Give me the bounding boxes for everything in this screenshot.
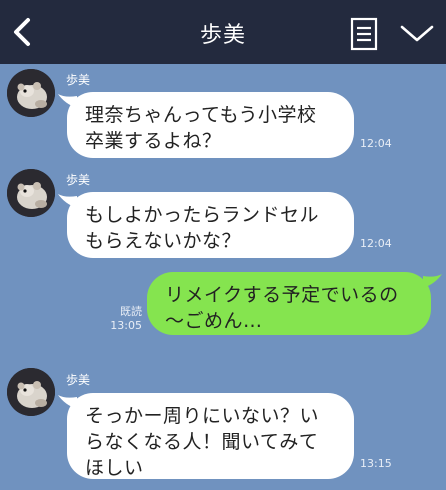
read-label: 既読 — [120, 305, 142, 318]
avatar[interactable] — [7, 368, 55, 416]
avatar[interactable] — [7, 69, 55, 117]
sender-name: 歩美 — [66, 73, 91, 87]
message-time: 12:04 — [360, 237, 392, 250]
avatar[interactable] — [7, 169, 55, 217]
sender-name: 歩美 — [66, 373, 91, 387]
read-receipt: 既読 13:05 — [106, 305, 142, 333]
hamster-avatar-icon — [7, 169, 55, 217]
chat-header: 歩美 — [0, 0, 446, 64]
incoming-message-bubble[interactable]: 理奈ちゃんってもう小学校 卒業するよね？ — [67, 92, 354, 158]
message-time: 13:05 — [110, 319, 142, 332]
hamster-avatar-icon — [7, 368, 55, 416]
incoming-message-bubble[interactable]: そっかー周りにいない？い らなくなる人！聞いてみて ほしい — [67, 393, 354, 479]
sender-name: 歩美 — [66, 173, 91, 187]
note-list-icon[interactable] — [349, 16, 381, 52]
message-time: 13:15 — [360, 457, 392, 470]
hamster-avatar-icon — [7, 69, 55, 117]
message-time: 12:04 — [360, 137, 392, 150]
outgoing-message-bubble[interactable]: リメイクする予定でいるの 〜ごめん… — [147, 272, 431, 335]
chevron-down-icon[interactable] — [398, 20, 436, 48]
bubble-tail — [423, 274, 442, 288]
incoming-message-bubble[interactable]: もしよかったらランドセル もらえないかな？ — [67, 192, 354, 258]
